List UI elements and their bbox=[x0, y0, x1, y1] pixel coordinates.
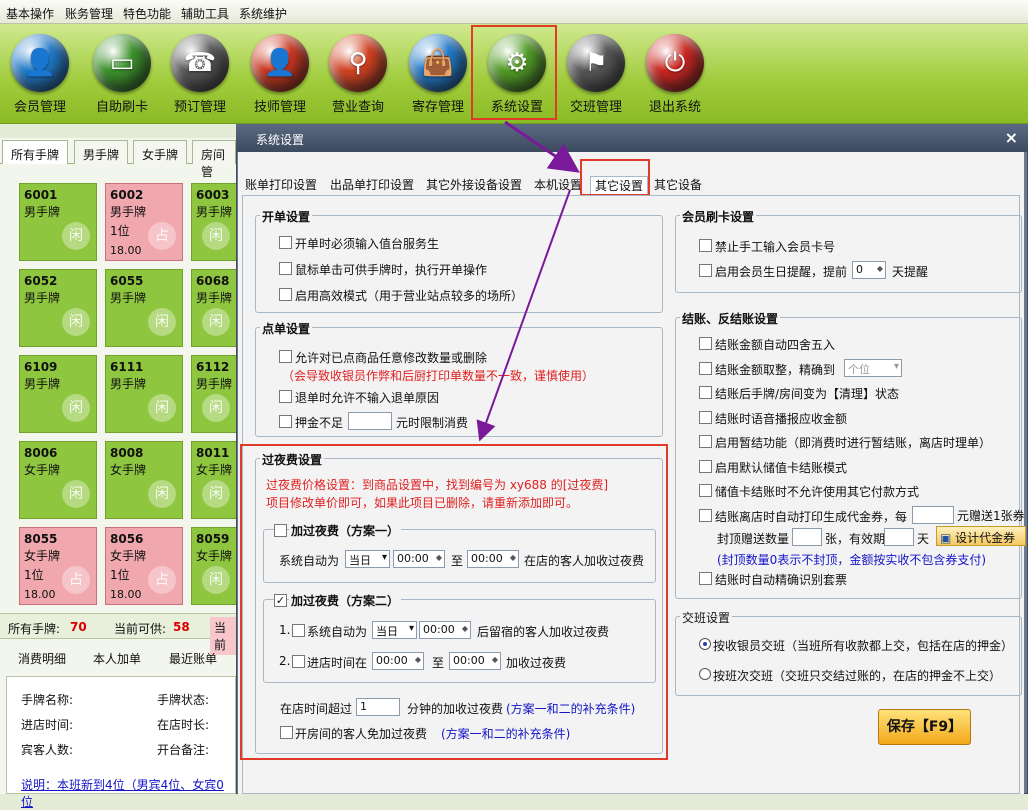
annotation-arrows bbox=[476, 120, 580, 442]
arrow-toolbar-to-tab bbox=[504, 120, 580, 173]
arrow-tab-to-overnight bbox=[476, 189, 571, 442]
